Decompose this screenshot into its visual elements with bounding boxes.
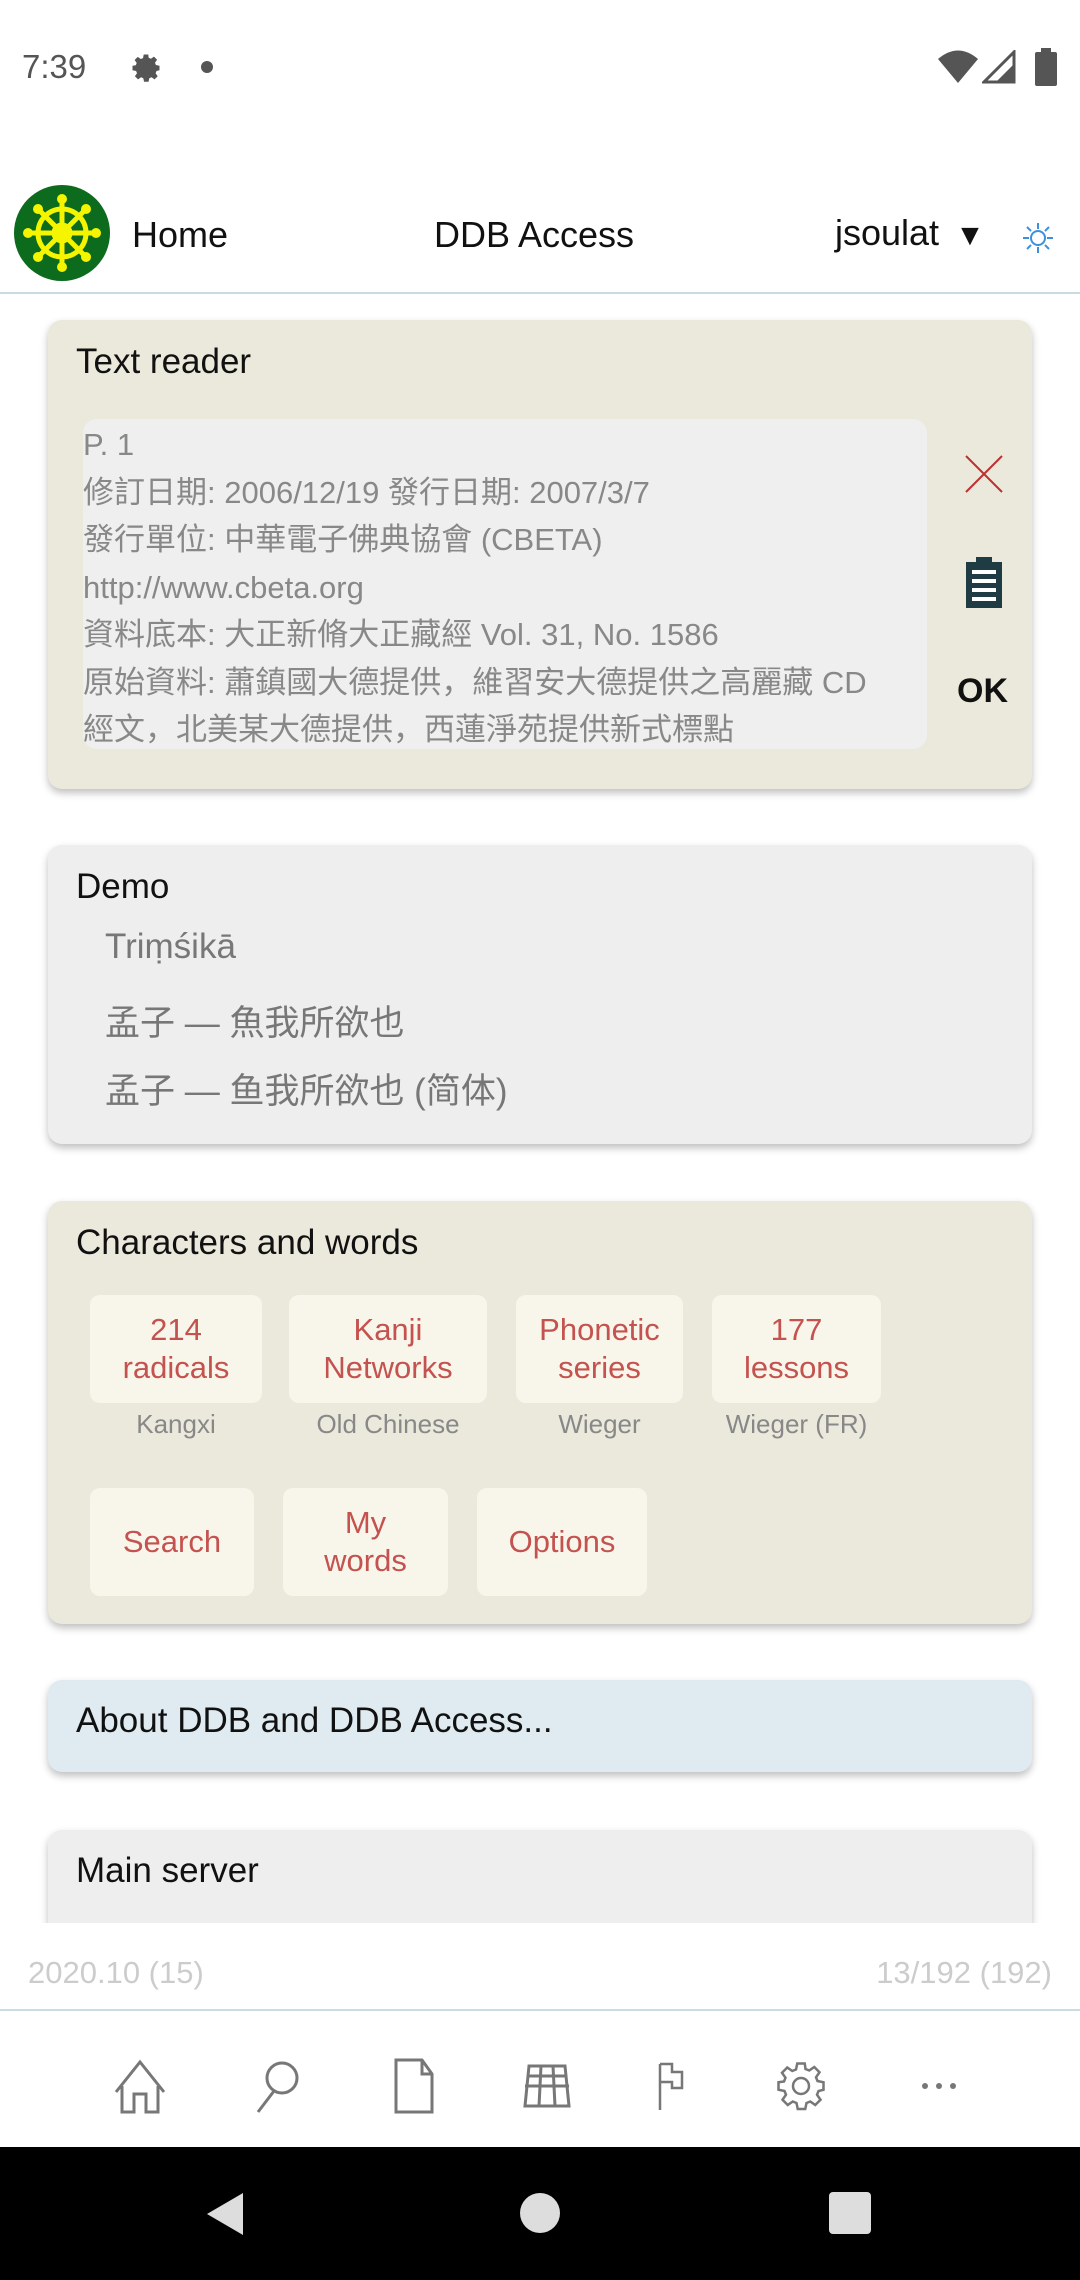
button-label: My [344,1505,387,1540]
demo-item-mengzi-simplified[interactable]: 孟子 — 鱼我所欲也 (简体) [105,1063,507,1114]
text-line: 資料底本: 大正新脩大正藏經 Vol. 31, No. 1586 [83,617,719,652]
status-time: 7:39 [22,48,87,85]
gear-icon [132,54,160,82]
notification-dot-icon [201,61,213,73]
characters-card: Characters and words 214 radicals Kangxi … [48,1201,1032,1624]
tile-label: lessons [743,1350,850,1385]
tile-label: 214 [150,1312,202,1347]
text-line: P. 1 [83,427,135,462]
app-header: Home DDB Access jsoulat ▼ [0,180,1080,294]
status-bar: 7:39 [0,0,1080,130]
tile-label: radicals [122,1350,230,1385]
ok-button[interactable]: OK [957,672,1008,711]
count-text: 13/192 (192) [876,1955,1052,1990]
demo-title: Demo [76,867,170,906]
text-line: 原始資料: 蕭鎮國大德提供，維習安大德提供之高麗藏 CD [83,664,867,700]
bottom-nav [0,2009,1080,2147]
demo-item-mengzi-traditional[interactable]: 孟子 — 魚我所欲也 [105,995,404,1046]
sun-icon[interactable] [1022,222,1054,254]
text-line: http://www.cbeta.org [83,569,364,605]
demo-card: Demo Triṃśikā 孟子 — 魚我所欲也 孟子 — 鱼我所欲也 (简体) [48,845,1032,1144]
tile-sublabel: Wieger (FR) [725,1409,868,1439]
search-button[interactable]: Search [90,1488,254,1596]
about-title: About DDB and DDB Access... [76,1701,553,1740]
user-menu[interactable]: jsoulat ▼ [835,212,985,254]
app-title: DDB Access [434,214,635,255]
button-label: Search [122,1524,222,1559]
tile-label: Kanji [353,1312,423,1347]
main-server-card[interactable]: Main server [48,1830,1032,1923]
text-reader-title: Text reader [76,342,252,381]
chevron-down-icon: ▼ [955,219,985,252]
home-link[interactable]: Home [132,214,228,256]
tile-label: series [558,1350,641,1385]
text-reader-content[interactable]: P. 1 修訂日期: 2006/12/19 發行日期: 2007/3/7 發行單… [83,419,927,749]
tile-214-radicals[interactable]: 214 radicals [90,1295,262,1403]
demo-item-trimsika[interactable]: Triṃśikā [105,927,236,967]
text-reader-card: Text reader P. 1 修訂日期: 2006/12/19 發行日期: … [48,320,1032,789]
tile-kanji-networks[interactable]: Kanji Networks [289,1295,487,1403]
main-server-title: Main server [76,1851,259,1890]
tile-177-lessons[interactable]: 177 lessons [712,1295,881,1403]
back-icon[interactable] [203,2191,247,2237]
clipboard-icon[interactable] [962,556,1006,610]
tile-label: Networks [323,1350,453,1385]
home-system-icon[interactable] [519,2192,561,2234]
version-text: 2020.10 (15) [28,1955,204,1990]
text-line: 修訂日期: 2006/12/19 發行日期: 2007/3/7 [83,474,650,510]
text-line: 發行單位: 中華電子佛典協會 (CBETA) [83,522,603,557]
home-icon[interactable] [110,2056,170,2116]
my-words-button[interactable]: My words [283,1488,448,1596]
main-server-clip: Main server [0,1820,1080,1923]
wifi-icon [938,50,978,83]
flag-icon[interactable] [640,2056,700,2116]
options-button[interactable]: Options [477,1488,647,1596]
about-card[interactable]: About DDB and DDB Access... [48,1680,1032,1772]
system-nav-bar [0,2147,1080,2280]
grid-icon[interactable] [517,2056,577,2116]
tile-sublabel: Wieger [558,1409,641,1439]
characters-title: Characters and words [76,1223,419,1262]
search-icon[interactable] [246,2056,306,2116]
button-label: Options [508,1524,616,1559]
tile-label: 177 [770,1312,823,1347]
button-label: words [324,1543,407,1578]
tile-sublabel: Old Chinese [316,1409,460,1439]
username: jsoulat [835,212,940,253]
close-icon[interactable] [964,454,1004,494]
text-line: 經文，北美某大德提供，西蓮淨苑提供新式標點 [83,712,734,747]
settings-icon[interactable] [771,2056,831,2116]
tile-label: Phonetic [539,1312,660,1347]
recents-icon[interactable] [829,2192,871,2234]
signal-icon [982,50,1016,84]
document-icon[interactable] [384,2056,444,2116]
battery-icon [1035,48,1057,86]
tile-phonetic-series[interactable]: Phonetic series [516,1295,683,1403]
tile-sublabel: Kangxi [136,1409,216,1439]
more-icon[interactable] [909,2056,969,2116]
dharma-wheel-logo[interactable] [14,185,110,281]
